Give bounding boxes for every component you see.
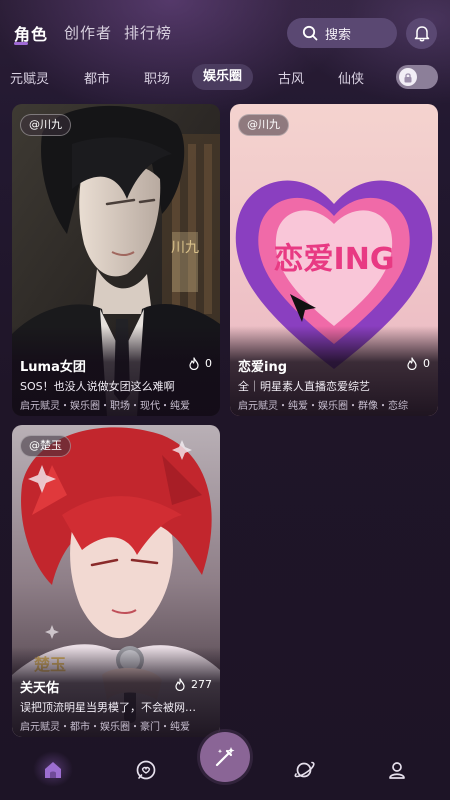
card-description: 全｜明星素人直播恋爱综艺: [238, 380, 370, 393]
category-yulequan[interactable]: 娱乐圈: [192, 64, 254, 90]
author-chip[interactable]: @川九: [238, 114, 289, 136]
card-likes: 277: [174, 678, 212, 691]
card-title: 恋爱ing: [238, 360, 288, 375]
toggle-knob: [399, 68, 417, 86]
top-nav: 角色 创作者 排行榜 搜索: [0, 18, 450, 49]
chat-icon: [136, 760, 156, 780]
card-title: Luma女团: [20, 360, 86, 375]
character-card[interactable]: 川九 @川九 Luma女团 0 SOS！也没人说做女团这么难啊 启元赋灵・娱乐圈…: [12, 104, 220, 416]
card-likes: 0: [188, 357, 212, 370]
bottom-tab-bar: [0, 732, 450, 800]
filter-toggle[interactable]: [396, 65, 438, 89]
character-card[interactable]: 楚玉 @楚玉 关天佑 277 误把顶流明星当男模了，不会被网… 启元赋灵・都市・…: [12, 425, 220, 737]
tab-creators[interactable]: 创作者: [64, 22, 112, 43]
card-tags: 启元赋灵・娱乐圈・职场・现代・纯爱: [20, 401, 190, 412]
card-description: 误把顶流明星当男模了，不会被网…: [20, 701, 196, 714]
flame-icon: [407, 357, 417, 370]
flame-icon: [189, 357, 199, 370]
card-tags: 启元赋灵・都市・娱乐圈・豪门・纯爱: [20, 722, 190, 733]
likes-count: 0: [205, 357, 212, 370]
search-label: 搜索: [325, 27, 352, 43]
tab-chat[interactable]: [129, 753, 163, 787]
likes-count: 277: [191, 678, 212, 691]
card-tags: 启元赋灵・纯爱・娱乐圈・群像・恋综: [238, 401, 408, 412]
tab-leaderboard[interactable]: 排行榜: [124, 22, 172, 43]
card-description: SOS！也没人说做女团这么难啊: [20, 380, 175, 393]
category-xianxia[interactable]: 仙侠: [338, 68, 364, 87]
character-card[interactable]: 恋爱ING @川九 恋爱ing 0 全｜明星素人直播恋爱综艺 启元赋灵・纯爱・娱…: [230, 104, 438, 416]
category-dushi[interactable]: 都市: [84, 68, 110, 87]
category-yuanfuling[interactable]: 元赋灵: [10, 68, 49, 87]
likes-count: 0: [423, 357, 430, 370]
lock-icon: [404, 72, 412, 82]
tab-profile[interactable]: [380, 753, 414, 787]
author-chip[interactable]: @川九: [20, 114, 71, 136]
magic-wand-icon: [215, 747, 235, 767]
search-icon: [302, 25, 318, 41]
bell-icon: [414, 26, 429, 42]
tab-home[interactable]: [36, 753, 70, 787]
card-likes: 0: [406, 357, 430, 370]
category-gufeng[interactable]: 古风: [278, 68, 304, 87]
category-bar: 元赋灵 都市 职场 娱乐圈 古风 仙侠: [0, 64, 450, 90]
category-zhichang[interactable]: 职场: [144, 68, 170, 87]
create-button[interactable]: [200, 732, 250, 782]
tab-explore[interactable]: [287, 753, 321, 787]
author-chip[interactable]: @楚玉: [20, 435, 71, 457]
user-icon: [389, 762, 405, 779]
flame-icon: [175, 678, 185, 691]
planet-icon: [294, 761, 315, 778]
card-title: 关天佑: [20, 681, 60, 696]
home-icon: [45, 762, 61, 778]
search-button[interactable]: 搜索: [287, 18, 397, 48]
tab-active-indicator: [14, 42, 28, 45]
notification-button[interactable]: [406, 18, 437, 49]
artwork-heading: 恋爱ING: [274, 242, 395, 277]
artwork-signature: 川九: [171, 240, 199, 256]
